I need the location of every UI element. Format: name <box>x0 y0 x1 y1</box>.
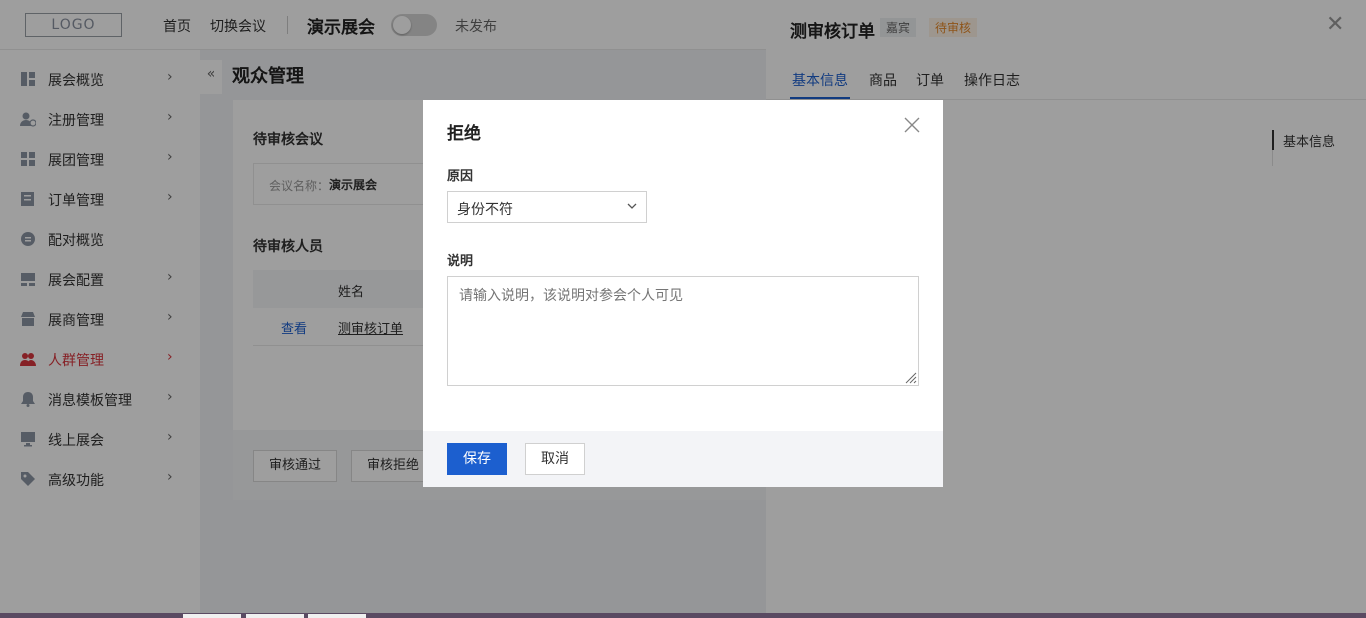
taskbar-item[interactable] <box>183 614 241 618</box>
dialog-title: 拒绝 <box>447 124 481 144</box>
save-button[interactable]: 保存 <box>447 443 507 475</box>
reason-label: 原因 <box>447 169 474 184</box>
cancel-button[interactable]: 取消 <box>525 443 585 475</box>
chevron-down-icon <box>626 200 638 212</box>
taskbar-item[interactable] <box>308 614 366 618</box>
resize-handle-icon[interactable] <box>903 370 917 384</box>
reason-selected-value: 身份不符 <box>457 202 513 218</box>
taskbar-item[interactable] <box>246 614 304 618</box>
dialog-footer: 保存 取消 <box>423 431 943 487</box>
close-icon[interactable] <box>901 114 923 136</box>
taskbar <box>0 613 1366 618</box>
note-textarea[interactable] <box>447 276 919 386</box>
reason-select[interactable]: 身份不符 <box>447 191 647 223</box>
reject-dialog: 拒绝 原因 身份不符 说明 保存 取消 <box>423 100 943 487</box>
note-label: 说明 <box>447 254 474 269</box>
